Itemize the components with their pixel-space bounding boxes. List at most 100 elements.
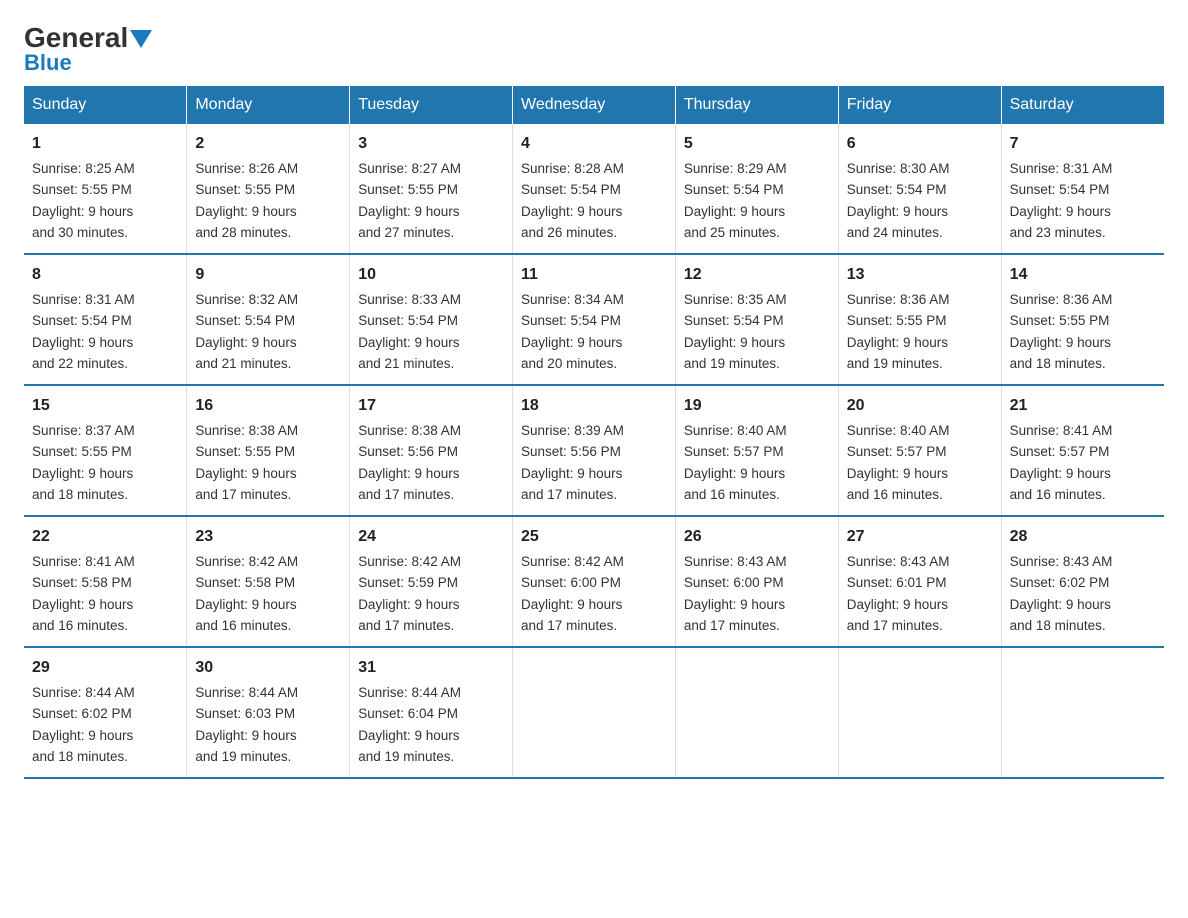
day-sunrise: Sunrise: 8:43 AM <box>1010 554 1113 569</box>
empty-cell <box>675 647 838 778</box>
day-number: 17 <box>358 394 504 418</box>
day-cell-12: 12 Sunrise: 8:35 AM Sunset: 5:54 PM Dayl… <box>675 254 838 385</box>
day-cell-31: 31 Sunrise: 8:44 AM Sunset: 6:04 PM Dayl… <box>350 647 513 778</box>
day-number: 5 <box>684 132 830 156</box>
day-number: 4 <box>521 132 667 156</box>
day-cell-1: 1 Sunrise: 8:25 AM Sunset: 5:55 PM Dayli… <box>24 124 187 254</box>
day-sunset: Sunset: 6:00 PM <box>684 575 784 590</box>
day-daylight: Daylight: 9 hoursand 18 minutes. <box>32 466 133 502</box>
day-cell-11: 11 Sunrise: 8:34 AM Sunset: 5:54 PM Dayl… <box>513 254 676 385</box>
day-daylight: Daylight: 9 hoursand 21 minutes. <box>195 335 296 371</box>
day-number: 2 <box>195 132 341 156</box>
day-number: 22 <box>32 525 178 549</box>
day-number: 14 <box>1010 263 1156 287</box>
day-sunrise: Sunrise: 8:31 AM <box>32 292 135 307</box>
day-cell-6: 6 Sunrise: 8:30 AM Sunset: 5:54 PM Dayli… <box>838 124 1001 254</box>
day-number: 1 <box>32 132 178 156</box>
day-daylight: Daylight: 9 hoursand 19 minutes. <box>847 335 948 371</box>
day-number: 11 <box>521 263 667 287</box>
day-daylight: Daylight: 9 hoursand 22 minutes. <box>32 335 133 371</box>
day-number: 25 <box>521 525 667 549</box>
day-number: 20 <box>847 394 993 418</box>
day-daylight: Daylight: 9 hoursand 21 minutes. <box>358 335 459 371</box>
day-daylight: Daylight: 9 hoursand 17 minutes. <box>521 597 622 633</box>
day-sunrise: Sunrise: 8:33 AM <box>358 292 461 307</box>
day-sunset: Sunset: 5:55 PM <box>32 444 132 459</box>
day-sunset: Sunset: 5:55 PM <box>195 444 295 459</box>
week-row-5: 29 Sunrise: 8:44 AM Sunset: 6:02 PM Dayl… <box>24 647 1164 778</box>
day-sunset: Sunset: 6:03 PM <box>195 706 295 721</box>
day-daylight: Daylight: 9 hoursand 25 minutes. <box>684 204 785 240</box>
day-cell-5: 5 Sunrise: 8:29 AM Sunset: 5:54 PM Dayli… <box>675 124 838 254</box>
day-number: 23 <box>195 525 341 549</box>
day-header-tuesday: Tuesday <box>350 86 513 124</box>
day-sunset: Sunset: 5:55 PM <box>1010 313 1110 328</box>
day-header-saturday: Saturday <box>1001 86 1164 124</box>
day-cell-25: 25 Sunrise: 8:42 AM Sunset: 6:00 PM Dayl… <box>513 516 676 647</box>
day-sunset: Sunset: 5:55 PM <box>32 182 132 197</box>
day-sunset: Sunset: 5:54 PM <box>847 182 947 197</box>
day-daylight: Daylight: 9 hoursand 17 minutes. <box>847 597 948 633</box>
day-number: 28 <box>1010 525 1156 549</box>
week-row-4: 22 Sunrise: 8:41 AM Sunset: 5:58 PM Dayl… <box>24 516 1164 647</box>
day-daylight: Daylight: 9 hoursand 26 minutes. <box>521 204 622 240</box>
day-sunrise: Sunrise: 8:31 AM <box>1010 161 1113 176</box>
day-sunset: Sunset: 5:54 PM <box>195 313 295 328</box>
day-sunrise: Sunrise: 8:40 AM <box>847 423 950 438</box>
day-number: 24 <box>358 525 504 549</box>
logo-general: General <box>24 24 128 52</box>
day-cell-28: 28 Sunrise: 8:43 AM Sunset: 6:02 PM Dayl… <box>1001 516 1164 647</box>
day-sunrise: Sunrise: 8:25 AM <box>32 161 135 176</box>
day-sunrise: Sunrise: 8:41 AM <box>32 554 135 569</box>
day-number: 16 <box>195 394 341 418</box>
day-daylight: Daylight: 9 hoursand 17 minutes. <box>358 597 459 633</box>
day-cell-26: 26 Sunrise: 8:43 AM Sunset: 6:00 PM Dayl… <box>675 516 838 647</box>
day-sunset: Sunset: 6:04 PM <box>358 706 458 721</box>
empty-cell <box>513 647 676 778</box>
day-number: 10 <box>358 263 504 287</box>
day-number: 9 <box>195 263 341 287</box>
day-cell-9: 9 Sunrise: 8:32 AM Sunset: 5:54 PM Dayli… <box>187 254 350 385</box>
day-sunset: Sunset: 5:54 PM <box>358 313 458 328</box>
day-sunset: Sunset: 5:54 PM <box>684 313 784 328</box>
day-number: 30 <box>195 656 341 680</box>
day-sunrise: Sunrise: 8:43 AM <box>684 554 787 569</box>
week-row-3: 15 Sunrise: 8:37 AM Sunset: 5:55 PM Dayl… <box>24 385 1164 516</box>
day-number: 7 <box>1010 132 1156 156</box>
day-header-row: SundayMondayTuesdayWednesdayThursdayFrid… <box>24 86 1164 124</box>
day-sunrise: Sunrise: 8:32 AM <box>195 292 298 307</box>
day-sunset: Sunset: 6:02 PM <box>1010 575 1110 590</box>
day-daylight: Daylight: 9 hoursand 23 minutes. <box>1010 204 1111 240</box>
day-sunset: Sunset: 5:57 PM <box>1010 444 1110 459</box>
day-sunrise: Sunrise: 8:28 AM <box>521 161 624 176</box>
day-cell-4: 4 Sunrise: 8:28 AM Sunset: 5:54 PM Dayli… <box>513 124 676 254</box>
day-daylight: Daylight: 9 hoursand 16 minutes. <box>195 597 296 633</box>
day-sunset: Sunset: 6:01 PM <box>847 575 947 590</box>
day-sunset: Sunset: 5:58 PM <box>195 575 295 590</box>
day-sunset: Sunset: 6:02 PM <box>32 706 132 721</box>
day-sunrise: Sunrise: 8:35 AM <box>684 292 787 307</box>
day-sunset: Sunset: 5:57 PM <box>684 444 784 459</box>
day-daylight: Daylight: 9 hoursand 19 minutes. <box>195 728 296 764</box>
day-cell-22: 22 Sunrise: 8:41 AM Sunset: 5:58 PM Dayl… <box>24 516 187 647</box>
day-cell-10: 10 Sunrise: 8:33 AM Sunset: 5:54 PM Dayl… <box>350 254 513 385</box>
day-daylight: Daylight: 9 hoursand 17 minutes. <box>521 466 622 502</box>
day-number: 12 <box>684 263 830 287</box>
day-sunrise: Sunrise: 8:42 AM <box>521 554 624 569</box>
day-sunrise: Sunrise: 8:42 AM <box>358 554 461 569</box>
day-sunrise: Sunrise: 8:44 AM <box>195 685 298 700</box>
day-sunrise: Sunrise: 8:36 AM <box>847 292 950 307</box>
day-daylight: Daylight: 9 hoursand 16 minutes. <box>1010 466 1111 502</box>
day-daylight: Daylight: 9 hoursand 18 minutes. <box>1010 597 1111 633</box>
day-sunset: Sunset: 5:54 PM <box>684 182 784 197</box>
day-daylight: Daylight: 9 hoursand 20 minutes. <box>521 335 622 371</box>
day-cell-13: 13 Sunrise: 8:36 AM Sunset: 5:55 PM Dayl… <box>838 254 1001 385</box>
empty-cell <box>838 647 1001 778</box>
day-cell-18: 18 Sunrise: 8:39 AM Sunset: 5:56 PM Dayl… <box>513 385 676 516</box>
logo-blue: Blue <box>24 50 72 76</box>
day-header-thursday: Thursday <box>675 86 838 124</box>
day-number: 19 <box>684 394 830 418</box>
day-cell-29: 29 Sunrise: 8:44 AM Sunset: 6:02 PM Dayl… <box>24 647 187 778</box>
day-number: 26 <box>684 525 830 549</box>
day-sunset: Sunset: 5:56 PM <box>358 444 458 459</box>
